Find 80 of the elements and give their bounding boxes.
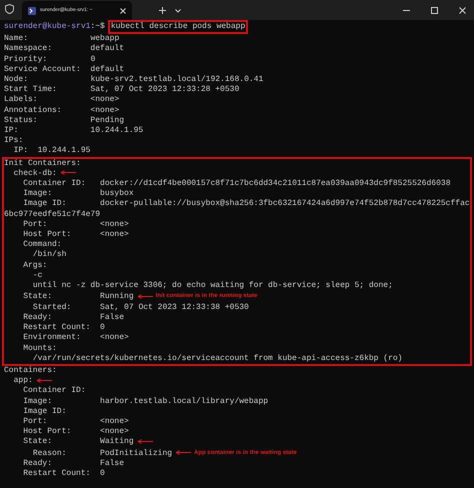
field-label: Image: (23, 396, 52, 406)
field-value: Running (100, 292, 134, 302)
field-value: webapp (90, 34, 120, 44)
field-label: Mounts: (23, 344, 57, 352)
field-label: Image: (23, 189, 52, 198)
field-value: False (100, 312, 124, 322)
field-value: busybox (100, 189, 134, 198)
field-label: Args: (23, 260, 48, 270)
field-label: Name: (4, 34, 28, 44)
field-value: PodInitializing (100, 448, 172, 458)
field-value: harbor.testlab.local/library/webapp (100, 396, 268, 406)
prompt-path: :~$ (90, 22, 105, 32)
output-line: until nc -z db-service 3306; do echo waiting for db-service; sleep 5; done; (32, 281, 393, 290)
field-label: app: (14, 376, 33, 386)
field-label: Priority: (4, 54, 48, 64)
field-label: Container ID: (23, 386, 86, 396)
field-label: Host Port: (23, 230, 72, 240)
plus-icon[interactable] (159, 7, 166, 14)
field-label: Status: (4, 116, 38, 125)
output-line: /var/run/secrets/kubernetes.io/serviceaccount from kube-api-access-z6kbp (ro) (32, 354, 402, 363)
field-value: <none> (100, 427, 129, 436)
field-value: <none> (100, 220, 129, 229)
field-label: IP: (4, 126, 18, 136)
field-label: Containers: (4, 366, 57, 375)
field-label: State: (23, 437, 52, 446)
field-value: 0 (90, 54, 96, 64)
field-label: Labels: (4, 95, 38, 104)
output-line: Image ID: docker-pullable://busybox@sha256:3fbc632167424a6d997e74f52b878d7cc478225cffac6bc977eedfe51c7f4e79 (4, 199, 470, 219)
field-value: 0 (100, 469, 105, 478)
field-value: 10.244.1.95 (38, 146, 90, 156)
field-label: check-db: (14, 168, 57, 178)
field-value: 10.244.1.95 (90, 126, 144, 136)
output-line: /bin/sh (32, 250, 66, 260)
field-label: Host Port: (23, 427, 72, 436)
field-value: <none> (90, 106, 120, 115)
minimize-icon[interactable] (403, 7, 410, 14)
field-label: Annotations: (4, 106, 62, 115)
field-value: False (100, 458, 124, 468)
prompt-user-host: surender@kube-srv1 (4, 22, 90, 32)
field-label: Port: (23, 416, 48, 426)
field-label: Port: (23, 220, 48, 229)
command-text: kubectl describe pods webapp (108, 20, 248, 34)
field-value: Waiting (100, 437, 134, 446)
field-label: Image ID: (23, 406, 66, 416)
field-value: <none> (100, 333, 129, 342)
field-value: docker://d1cdf4be000157c8f71c7bc6dd34c21011c87ea039aa0943dc9f8525526d6038 (100, 179, 450, 188)
chevron-down-icon[interactable] (175, 9, 181, 13)
output-line: -c (32, 270, 42, 280)
field-label: Command: (23, 240, 62, 250)
field-label: State: (23, 292, 52, 302)
field-value: Sat, 07 Oct 2023 12:33:28 +0530 (90, 85, 240, 94)
field-label: Restart Count: (23, 469, 90, 478)
field-label: Started: (32, 302, 72, 312)
field-label: Environment: (23, 333, 81, 342)
close-icon[interactable] (120, 8, 126, 14)
field-value: 0 (100, 323, 105, 332)
field-label: Restart Count: (23, 323, 90, 332)
field-value: Sat, 07 Oct 2023 12:33:38 +0530 (100, 302, 249, 312)
field-label: Ready: (23, 312, 52, 322)
field-label: Init Containers: (4, 158, 81, 168)
maximize-icon[interactable] (431, 7, 438, 14)
shield-icon (5, 4, 14, 14)
field-value: kube-srv2.testlab.local/192.168.0.41 (90, 75, 264, 84)
field-label: Namespace: (4, 44, 52, 54)
field-label: Start Time: (4, 85, 57, 94)
field-value: default (90, 64, 124, 74)
terminal-icon (28, 6, 36, 14)
field-label: Reason: (32, 448, 66, 458)
field-label: Ready: (23, 458, 52, 468)
field-value: default (90, 44, 124, 54)
field-value: <none> (100, 230, 129, 240)
field-label: Node: (4, 75, 28, 84)
close-window-icon[interactable] (459, 7, 466, 14)
field-label: IP: (14, 146, 28, 156)
field-value: <none> (100, 416, 129, 426)
field-label: Service Account: (4, 64, 81, 74)
field-value: Pending (90, 116, 124, 125)
field-label: Container ID: (23, 179, 86, 188)
field-label: IPs: (4, 136, 24, 146)
field-value: <none> (90, 95, 120, 104)
